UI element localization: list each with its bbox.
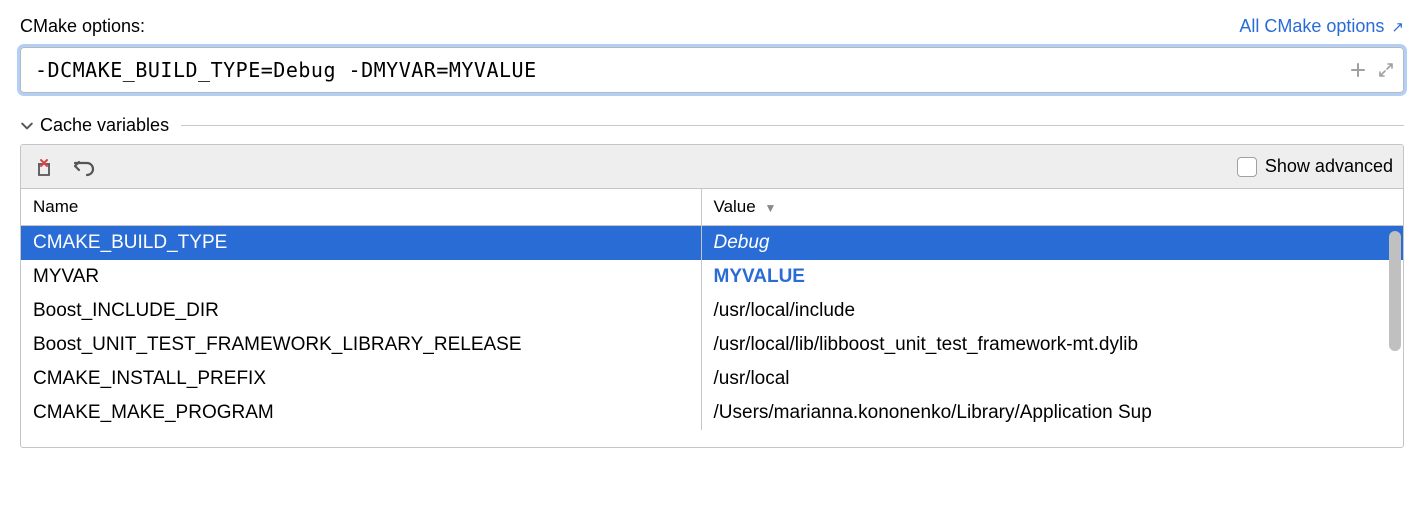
all-cmake-options-text: All CMake options bbox=[1239, 16, 1384, 36]
cache-variables-title: Cache variables bbox=[40, 115, 169, 136]
cell-value[interactable]: /usr/local bbox=[701, 362, 1403, 396]
collapse-section-icon[interactable] bbox=[20, 119, 34, 133]
expand-icon[interactable] bbox=[1375, 59, 1397, 81]
cell-value[interactable]: /usr/local/include bbox=[701, 294, 1403, 328]
scrollbar[interactable] bbox=[1389, 231, 1401, 445]
cell-name[interactable]: CMAKE_MAKE_PROGRAM bbox=[21, 396, 701, 430]
cell-value[interactable]: Debug bbox=[701, 226, 1403, 261]
column-header-value[interactable]: Value ▼ bbox=[701, 189, 1403, 226]
cmake-options-label: CMake options: bbox=[20, 16, 145, 37]
cell-name[interactable]: CMAKE_INSTALL_PREFIX bbox=[21, 362, 701, 396]
cmake-options-field[interactable] bbox=[20, 47, 1404, 93]
add-icon[interactable] bbox=[1347, 59, 1369, 81]
scrollbar-thumb[interactable] bbox=[1389, 231, 1401, 351]
cell-value[interactable]: /Users/marianna.kononenko/Library/Applic… bbox=[701, 396, 1403, 430]
cmake-options-input[interactable] bbox=[33, 57, 1341, 83]
section-divider bbox=[181, 125, 1404, 126]
cache-variables-panel: Show advanced Name Value ▼ CMAKE_BUILD_T… bbox=[20, 144, 1404, 448]
show-advanced-checkbox[interactable] bbox=[1237, 157, 1257, 177]
cell-name[interactable]: MYVAR bbox=[21, 260, 701, 294]
cell-value[interactable]: /usr/local/lib/libboost_unit_test_framew… bbox=[701, 328, 1403, 362]
sort-indicator-icon: ▼ bbox=[764, 201, 776, 215]
cell-value[interactable]: MYVALUE bbox=[701, 260, 1403, 294]
cell-name[interactable]: Boost_UNIT_TEST_FRAMEWORK_LIBRARY_RELEAS… bbox=[21, 328, 701, 362]
all-cmake-options-link[interactable]: All CMake options ↗ bbox=[1239, 16, 1404, 37]
cache-toolbar: Show advanced bbox=[21, 145, 1403, 189]
table-row[interactable]: CMAKE_MAKE_PROGRAM /Users/marianna.konon… bbox=[21, 396, 1403, 430]
column-header-value-text: Value bbox=[714, 197, 756, 216]
show-advanced-label: Show advanced bbox=[1265, 156, 1393, 177]
undo-button[interactable] bbox=[69, 152, 99, 182]
external-link-icon: ↗ bbox=[1391, 19, 1404, 36]
cache-variables-table: Name Value ▼ CMAKE_BUILD_TYPE Debug MYVA… bbox=[21, 189, 1403, 430]
cell-name[interactable]: Boost_INCLUDE_DIR bbox=[21, 294, 701, 328]
remove-variable-button[interactable] bbox=[31, 152, 61, 182]
table-row[interactable]: CMAKE_INSTALL_PREFIX /usr/local bbox=[21, 362, 1403, 396]
table-row[interactable]: CMAKE_BUILD_TYPE Debug bbox=[21, 226, 1403, 261]
table-row[interactable]: Boost_INCLUDE_DIR /usr/local/include bbox=[21, 294, 1403, 328]
table-row[interactable]: Boost_UNIT_TEST_FRAMEWORK_LIBRARY_RELEAS… bbox=[21, 328, 1403, 362]
table-row[interactable]: MYVAR MYVALUE bbox=[21, 260, 1403, 294]
column-header-name[interactable]: Name bbox=[21, 189, 701, 226]
cell-name[interactable]: CMAKE_BUILD_TYPE bbox=[21, 226, 701, 261]
